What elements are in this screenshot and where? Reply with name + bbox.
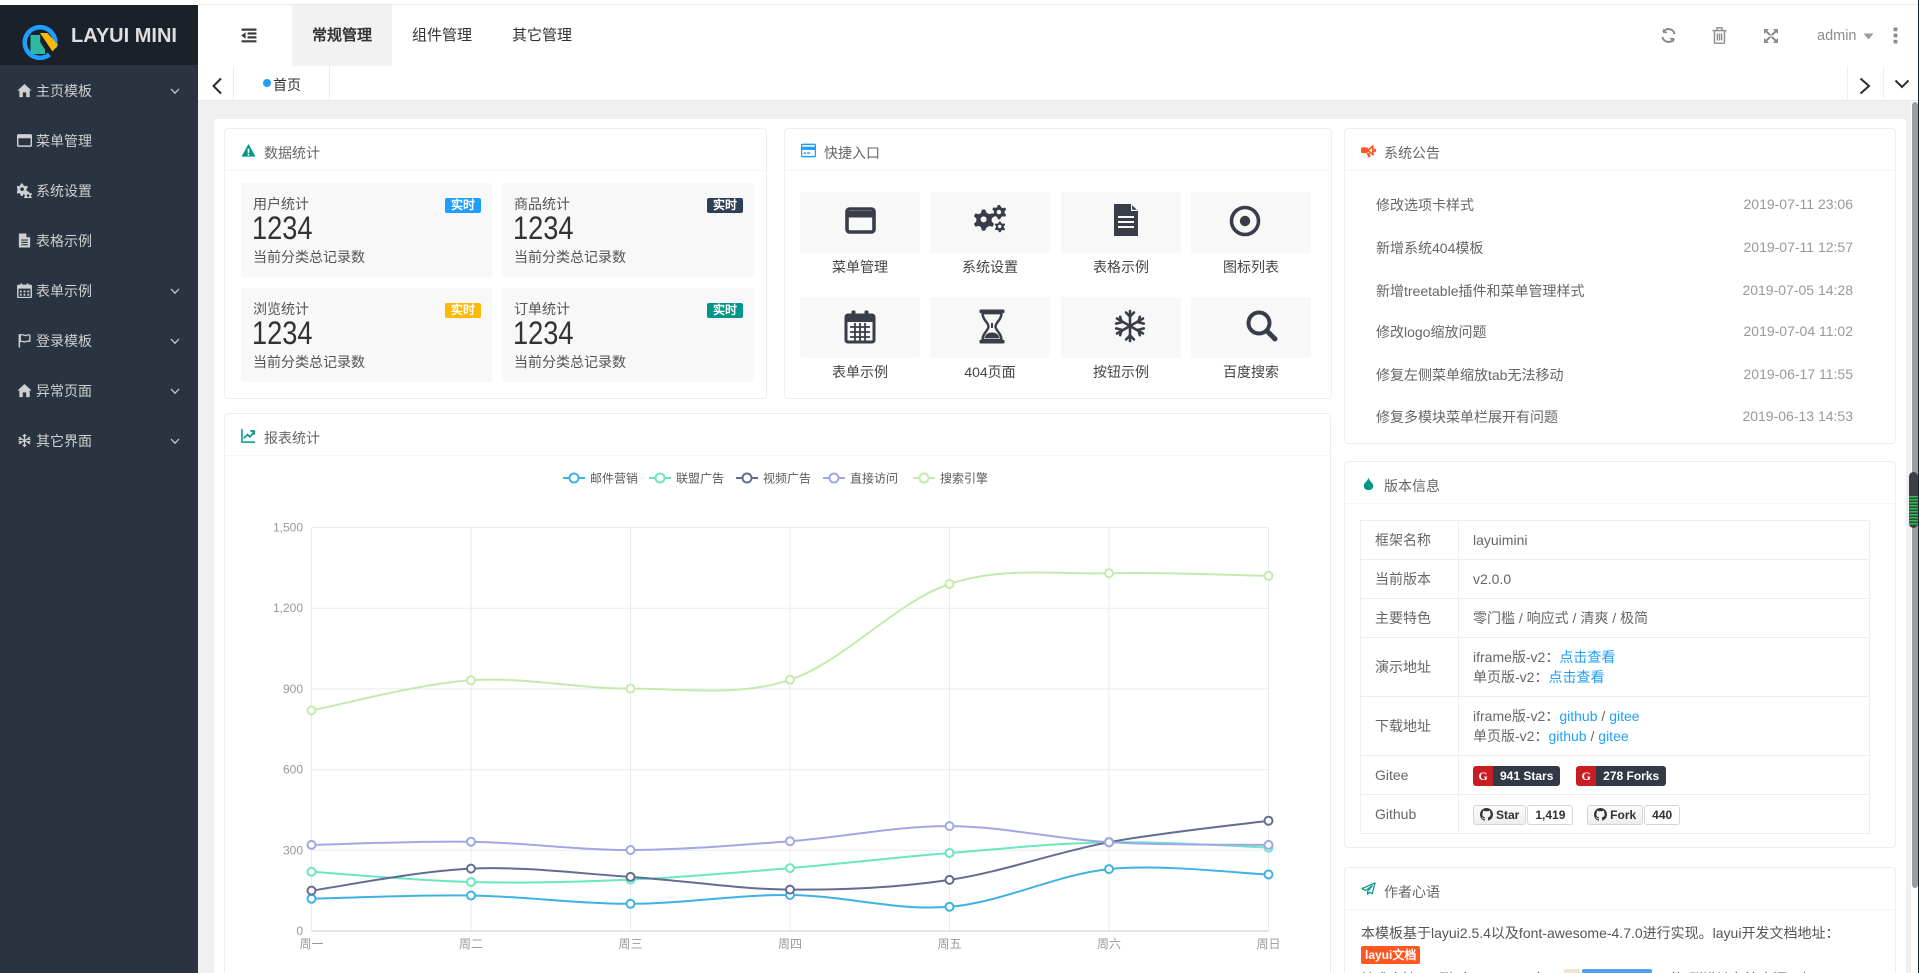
svg-text:邮件营销: 邮件营销 [590,472,638,486]
svg-text:周一: 周一 [299,937,323,951]
svg-text:300: 300 [283,843,303,857]
svg-text:周三: 周三 [618,937,642,951]
svg-text:周六: 周六 [1097,937,1121,951]
svg-text:600: 600 [283,763,303,777]
svg-text:0: 0 [296,924,303,938]
svg-text:900: 900 [283,682,303,696]
svg-text:视频广告: 视频广告 [763,471,811,486]
svg-text:1,200: 1,200 [273,601,303,615]
svg-text:周四: 周四 [778,937,802,951]
svg-text:1,500: 1,500 [273,521,303,535]
svg-text:周五: 周五 [937,937,961,951]
svg-text:联盟广告: 联盟广告 [676,472,724,486]
svg-text:周二: 周二 [459,937,483,951]
svg-text:搜索引擎: 搜索引擎 [940,471,988,486]
svg-text:周日: 周日 [1256,937,1280,951]
svg-text:直接访问: 直接访问 [850,471,898,486]
